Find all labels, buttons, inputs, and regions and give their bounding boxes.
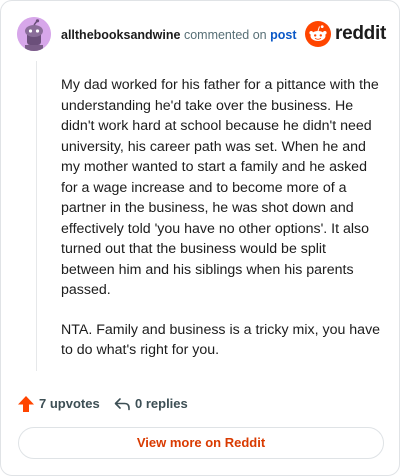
comment-actions: 7 upvotes 0 replies — [17, 393, 383, 415]
snoo-avatar-icon[interactable] — [17, 17, 51, 51]
upvote-button[interactable]: 7 upvotes — [17, 393, 100, 415]
comment-body: My dad worked for his father for a pitta… — [61, 75, 381, 380]
upvote-arrow-icon — [18, 396, 34, 412]
username-link[interactable]: allthebooksandwine — [61, 28, 180, 42]
reply-count: 0 replies — [135, 396, 188, 411]
comment-paragraph: NTA. Family and business is a tricky mix… — [61, 321, 381, 359]
reddit-brand[interactable]: reddit — [305, 19, 386, 49]
upvote-count: 7 upvotes — [39, 396, 100, 411]
post-link[interactable]: post — [270, 28, 296, 42]
replies-button[interactable]: 0 replies — [113, 393, 193, 415]
comment-meta: allthebooksandwine commented on post — [61, 27, 297, 43]
comment-embed-card: allthebooksandwine commented on post red… — [0, 0, 400, 476]
reddit-wordmark: reddit — [335, 23, 386, 44]
comment-paragraph: My dad worked for his father for a pitta… — [61, 77, 379, 298]
thread-line — [36, 61, 37, 371]
reply-arrow-icon — [114, 398, 130, 411]
view-more-button[interactable]: View more on Reddit — [18, 427, 384, 459]
commented-on-label: commented on — [183, 28, 267, 42]
reddit-logo-icon — [305, 21, 331, 47]
comment-header: allthebooksandwine commented on post red… — [17, 17, 386, 53]
